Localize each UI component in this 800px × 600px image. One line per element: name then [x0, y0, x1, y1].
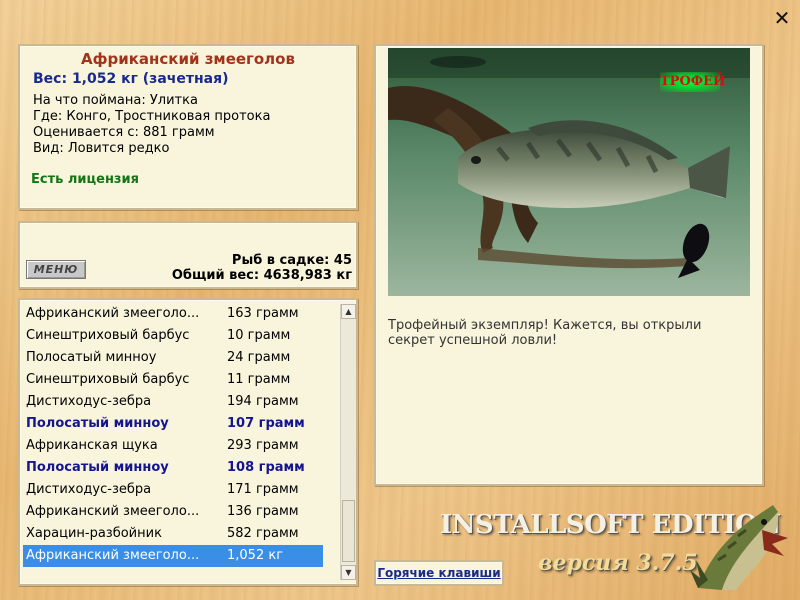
catch-fish-name: Дистиходус-зебра — [26, 394, 152, 409]
catch-fish-weight: 108 грамм — [227, 460, 305, 475]
catch-list-panel: Африканский змееголо... 163 грамм Синештри… — [18, 298, 358, 586]
version-label: версия 3.7.5 — [538, 550, 698, 576]
bait-line: На что поймана: Улитка — [33, 93, 198, 108]
catch-list-item[interactable]: Полосатый минноу 108 грамм — [23, 457, 323, 479]
catch-fish-name: Харацин-разбойник — [26, 526, 162, 541]
fish-info-panel: Африканский змееголов Вес: 1,052 кг (зач… — [18, 44, 358, 210]
catch-list-item[interactable]: Дистиходус-зебра 194 грамм — [23, 391, 323, 413]
fish-photo: ТРОФЕЙ — [388, 48, 750, 296]
pike-logo-icon — [690, 505, 788, 590]
scroll-thumb[interactable] — [342, 500, 355, 562]
catch-fish-name: Синештриховый барбус — [26, 372, 190, 387]
catch-fish-weight: 107 грамм — [227, 416, 305, 431]
menu-button[interactable]: МЕНЮ — [26, 260, 86, 279]
catch-fish-weight: 136 грамм — [227, 504, 299, 519]
fish-weight: Вес: 1,052 кг (зачетная) — [33, 71, 229, 87]
catch-list-item[interactable]: Африканский змееголо... 163 грамм — [23, 303, 323, 325]
catch-list[interactable]: Африканский змееголо... 163 грамм Синештри… — [23, 303, 323, 567]
catch-fish-weight: 582 грамм — [227, 526, 299, 541]
scrollbar[interactable]: ▲ ▼ — [340, 304, 356, 580]
catch-fish-name: Полосатый минноу — [26, 460, 169, 475]
rarity-line: Вид: Ловится редко — [33, 141, 170, 156]
catch-fish-weight: 24 грамм — [227, 350, 291, 365]
catch-fish-weight: 163 грамм — [227, 306, 299, 321]
catch-fish-name: Африканская щука — [26, 438, 158, 453]
trophy-caption: Трофейный экземпляр! Кажется, вы открыли… — [388, 318, 702, 348]
catch-fish-name: Дистиходус-зебра — [26, 482, 152, 497]
catch-fish-weight: 194 грамм — [227, 394, 299, 409]
scroll-up-button[interactable]: ▲ — [341, 304, 356, 319]
catch-fish-name: Африканский змееголо... — [26, 548, 200, 563]
catch-list-item[interactable]: Синештриховый барбус 10 грамм — [23, 325, 323, 347]
catch-list-item[interactable]: Синештриховый барбус 11 грамм — [23, 369, 323, 391]
catch-fish-weight: 171 грамм — [227, 482, 299, 497]
close-icon[interactable]: ✕ — [772, 8, 792, 28]
catch-fish-name: Синештриховый барбус — [26, 328, 190, 343]
catch-list-item[interactable]: Африканская щука 293 грамм — [23, 435, 323, 457]
fish-detail-panel: ТРОФЕЙ Трофейный экземпляр! Кажется, вы … — [374, 44, 764, 486]
catch-list-item[interactable]: Полосатый минноу 107 грамм — [23, 413, 323, 435]
catch-fish-weight: 1,052 кг — [227, 548, 284, 563]
total-weight: Общий вес: 4638,983 кг — [171, 268, 352, 283]
hotkeys-button[interactable]: Горячие клавиши — [374, 560, 504, 586]
license-status: Есть лицензия — [31, 172, 139, 187]
catch-fish-name: Африканский змееголо... — [26, 504, 200, 519]
catch-list-item[interactable]: Полосатый минноу 24 грамм — [23, 347, 323, 369]
valued-from-line: Оценивается с: 881 грамм — [33, 125, 215, 140]
catch-fish-weight: 10 грамм — [227, 328, 291, 343]
catch-list-item[interactable]: Дистиходус-зебра 171 грамм — [23, 479, 323, 501]
catch-list-item[interactable]: Африканский змееголо... 1,052 кг — [23, 545, 323, 567]
location-line: Где: Конго, Тростниковая протока — [33, 109, 271, 124]
fish-name: Африканский змееголов — [81, 50, 295, 68]
fish-count: Рыб в садке: 45 — [231, 253, 352, 268]
keepnet-stats-panel: МЕНЮ Рыб в садке: 45 Общий вес: 4638,983… — [18, 221, 358, 289]
catch-fish-name: Полосатый минноу — [26, 416, 169, 431]
catch-fish-name: Полосатый минноу — [26, 350, 157, 365]
trophy-badge: ТРОФЕЙ — [660, 72, 725, 92]
catch-list-item[interactable]: Харацин-разбойник 582 грамм — [23, 523, 323, 545]
scroll-down-button[interactable]: ▼ — [341, 565, 356, 580]
catch-fish-weight: 293 грамм — [227, 438, 299, 453]
catch-fish-weight: 11 грамм — [227, 372, 291, 387]
catch-fish-name: Африканский змееголо... — [26, 306, 200, 321]
catch-list-item[interactable]: Африканский змееголо... 136 грамм — [23, 501, 323, 523]
